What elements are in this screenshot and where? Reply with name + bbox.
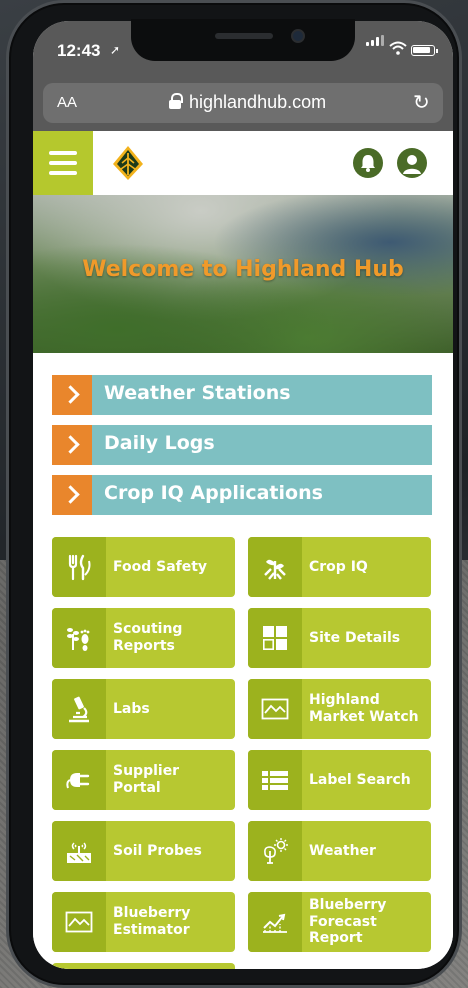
url-text[interactable]: highlandhub.com bbox=[189, 92, 326, 113]
plant-tools-icon bbox=[264, 559, 286, 580]
tile-supplier-portal[interactable]: Supplier Portal bbox=[52, 750, 235, 810]
phone-screen: 12:43 ➚ AA highlandhub.com ↻ Welcome to … bbox=[33, 21, 453, 969]
tile-scouting-reports[interactable]: Scouting Reports bbox=[52, 608, 235, 668]
hero-title: Welcome to Highland Hub bbox=[82, 257, 404, 282]
lock-icon bbox=[169, 93, 183, 110]
user-account-icon[interactable] bbox=[397, 148, 427, 178]
leaf-logo-icon[interactable] bbox=[109, 144, 147, 182]
app-header bbox=[33, 131, 453, 195]
tile-crop-iq[interactable]: Crop IQ bbox=[248, 537, 431, 597]
chevron-right-icon bbox=[52, 425, 92, 465]
tile-blueberry-estimator[interactable]: Blueberry Estimator bbox=[52, 892, 235, 952]
line-chart-icon bbox=[65, 911, 93, 933]
trend-chart-icon bbox=[263, 913, 287, 933]
text-size-button[interactable]: AA bbox=[57, 94, 77, 111]
accordion-label: Weather Stations bbox=[104, 382, 291, 404]
main-content: Weather Stations Daily Logs Crop IQ Appl… bbox=[33, 353, 453, 969]
soil-probe-icon bbox=[67, 842, 91, 863]
speaker-grille bbox=[215, 33, 273, 39]
tile-label: Weather bbox=[309, 842, 376, 859]
reload-icon[interactable]: ↻ bbox=[413, 90, 430, 114]
accordion-daily-logs[interactable]: Daily Logs bbox=[52, 425, 432, 465]
tile-label-search[interactable]: Label Search bbox=[248, 750, 431, 810]
tile-label: Label Search bbox=[309, 771, 411, 788]
notification-bell-icon[interactable] bbox=[353, 148, 383, 178]
utensils-icon bbox=[68, 554, 91, 581]
chevron-right-icon bbox=[52, 375, 92, 415]
status-time: 12:43 bbox=[57, 41, 101, 60]
tile-blueberry-forecast-report[interactable]: Blueberry Forecast Report bbox=[248, 892, 431, 952]
tile-highland-market-watch[interactable]: Highland Market Watch bbox=[248, 679, 431, 739]
address-bar[interactable]: AA highlandhub.com ↻ bbox=[43, 83, 443, 123]
tile-food-safety[interactable]: Food Safety bbox=[52, 537, 235, 597]
tile-weather[interactable]: Weather bbox=[248, 821, 431, 881]
location-arrow-icon: ➚ bbox=[110, 43, 121, 57]
tile-labs[interactable]: Labs bbox=[52, 679, 235, 739]
accordion-weather-stations[interactable]: Weather Stations bbox=[52, 375, 432, 415]
browser-toolbar: AA highlandhub.com ↻ bbox=[33, 75, 453, 131]
accordion-label: Crop IQ Applications bbox=[104, 482, 323, 504]
tile-label: Crop IQ bbox=[309, 558, 368, 575]
accordion-label: Daily Logs bbox=[104, 432, 215, 454]
line-chart-icon bbox=[261, 698, 289, 720]
battery-icon bbox=[411, 45, 438, 56]
menu-button[interactable] bbox=[33, 131, 93, 195]
tile-soil-probes[interactable]: Soil Probes bbox=[52, 821, 235, 881]
tile-label: Blueberry Estimator bbox=[113, 905, 191, 938]
tile-label: Blueberry Forecast Report bbox=[309, 896, 387, 947]
tile-label: Site Details bbox=[309, 629, 401, 646]
phone-frame: 12:43 ➚ AA highlandhub.com ↻ Welcome to … bbox=[6, 0, 462, 988]
tile-label: Highland Market Watch bbox=[309, 692, 419, 725]
tile-site-details[interactable]: Site Details bbox=[248, 608, 431, 668]
plant-footprint-icon bbox=[67, 628, 90, 651]
list-icon bbox=[262, 771, 288, 790]
tile-label: Labs bbox=[113, 700, 150, 717]
tile-label: Supplier Portal bbox=[113, 763, 180, 796]
plug-icon bbox=[66, 773, 90, 789]
tile-label: Scouting Reports bbox=[113, 621, 183, 654]
grid-squares-icon bbox=[262, 626, 287, 650]
phone-notch bbox=[131, 19, 355, 61]
tile-partial[interactable] bbox=[52, 963, 235, 969]
tile-label: Food Safety bbox=[113, 558, 208, 575]
chevron-right-icon bbox=[52, 475, 92, 515]
wifi-icon bbox=[389, 41, 407, 55]
front-camera bbox=[291, 29, 305, 43]
tile-label: Soil Probes bbox=[113, 842, 202, 859]
accordion-crop-iq-applications[interactable]: Crop IQ Applications bbox=[52, 475, 432, 515]
hero-banner: Welcome to Highland Hub bbox=[33, 195, 453, 353]
tree-sun-icon bbox=[264, 838, 288, 864]
microscope-icon bbox=[69, 696, 89, 723]
